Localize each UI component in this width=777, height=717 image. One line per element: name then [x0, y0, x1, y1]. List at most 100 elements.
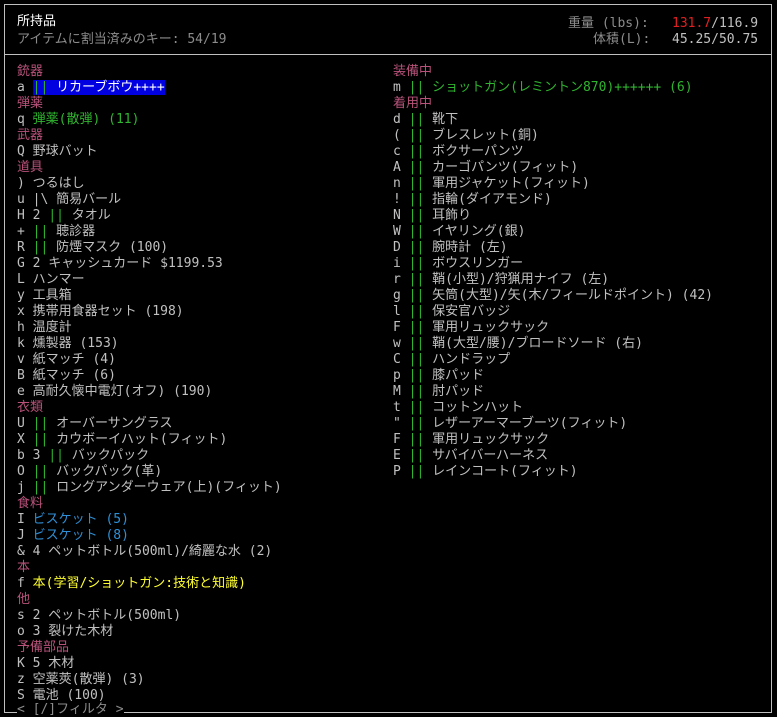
item-hotkey: K: [17, 656, 25, 671]
inventory-item[interactable]: k 燻製器 (153): [17, 336, 282, 352]
item-hotkey: z: [17, 672, 25, 687]
inventory-item[interactable]: v 紙マッチ (4): [17, 352, 282, 368]
item-hotkey: l: [393, 304, 401, 319]
inventory-item[interactable]: F || 軍用リュックサック: [393, 432, 713, 448]
inventory-item[interactable]: & 4 ペットボトル(500ml)/綺麗な水 (2): [17, 544, 282, 560]
inventory-item[interactable]: J ビスケット (8): [17, 528, 282, 544]
inventory-item[interactable]: X || カウボーイハット(フィット): [17, 432, 282, 448]
inventory-item[interactable]: r || 鞘(小型)/狩猟用ナイフ (左): [393, 272, 713, 288]
assigned-keys-info: アイテムに割当済みのキー: 54/19: [17, 32, 227, 47]
item-durability-marker: ||: [408, 320, 425, 335]
inventory-item[interactable]: a || リカーブボウ++++: [17, 80, 282, 96]
item-durability-marker: ||: [32, 240, 49, 255]
item-durability-marker: ||: [408, 128, 425, 143]
inventory-item[interactable]: F || 軍用リュックサック: [393, 320, 713, 336]
item-hotkey: g: [393, 288, 401, 303]
inventory-item[interactable]: Q 野球バット: [17, 144, 282, 160]
inventory-item[interactable]: K 5 木材: [17, 656, 282, 672]
item-hotkey: u: [17, 192, 25, 207]
item-name: 弾薬(散弾) (11): [32, 112, 140, 127]
inventory-item[interactable]: B 紙マッチ (6): [17, 368, 282, 384]
item-durability-marker: ||: [408, 432, 425, 447]
item-hotkey: w: [393, 336, 401, 351]
item-name: 2 ペットボトル(500ml): [32, 608, 182, 623]
inventory-item[interactable]: M || 肘パッド: [393, 384, 713, 400]
inventory-item[interactable]: P || レインコート(フィット): [393, 464, 713, 480]
inventory-item[interactable]: c || ボクサーパンツ: [393, 144, 713, 160]
item-hotkey: M: [393, 384, 401, 399]
inventory-item[interactable]: I ビスケット (5): [17, 512, 282, 528]
inventory-item[interactable]: " || レザーアーマーブーツ(フィット): [393, 416, 713, 432]
item-name: 温度計: [32, 320, 72, 335]
inventory-item[interactable]: h 温度計: [17, 320, 282, 336]
item-hotkey: c: [393, 144, 401, 159]
category-header: 食料: [17, 496, 44, 511]
item-durability-marker: ||: [408, 256, 425, 271]
item-hotkey: E: [393, 448, 401, 463]
inventory-item[interactable]: N || 耳飾り: [393, 208, 713, 224]
inventory-item[interactable]: m || ショットガン(レミントン870)++++++ (6): [393, 80, 713, 96]
item-hotkey: +: [17, 224, 25, 239]
filter-hint[interactable]: < [/]フィルタ >: [17, 703, 124, 717]
volume-value: 45.25/50.75: [672, 32, 759, 47]
inventory-item[interactable]: y 工具箱: [17, 288, 282, 304]
inventory-item[interactable]: z 空薬莢(散弾) (3): [17, 672, 282, 688]
inventory-item[interactable]: x 携帯用食器セット (198): [17, 304, 282, 320]
inventory-item[interactable]: g || 矢筒(大型)/矢(木/フィールドポイント) (42): [393, 288, 713, 304]
inventory-item[interactable]: ) つるはし: [17, 176, 282, 192]
inventory-item[interactable]: + || 聴診器: [17, 224, 282, 240]
item-name: ハンドラップ: [432, 352, 511, 367]
inventory-item[interactable]: f 本(学習/ショットガン:技術と知識): [17, 576, 282, 592]
inventory-item[interactable]: l || 保安官バッジ: [393, 304, 713, 320]
item-name: イヤリング(銀): [432, 224, 526, 239]
item-hotkey: H: [17, 208, 25, 223]
item-hotkey: h: [17, 320, 25, 335]
inventory-item[interactable]: b 3 || バックパック: [17, 448, 282, 464]
item-hotkey: !: [393, 192, 401, 207]
item-name: ボクサーパンツ: [432, 144, 524, 159]
inventory-item[interactable]: u |\ 簡易バール: [17, 192, 282, 208]
item-hotkey: b: [17, 448, 25, 463]
item-hotkey: C: [393, 352, 401, 367]
inventory-item[interactable]: D || 腕時計 (左): [393, 240, 713, 256]
inventory-item[interactable]: q 弾薬(散弾) (11): [17, 112, 282, 128]
inventory-item[interactable]: O || バックパック(革): [17, 464, 282, 480]
inventory-item[interactable]: H 2 || タオル: [17, 208, 282, 224]
item-hotkey: F: [393, 320, 401, 335]
inventory-item[interactable]: R || 防煙マスク (100): [17, 240, 282, 256]
inventory-item[interactable]: o 3 裂けた木材: [17, 624, 282, 640]
inventory-item[interactable]: C || ハンドラップ: [393, 352, 713, 368]
item-durability-marker: ||: [32, 224, 49, 239]
inventory-item[interactable]: L ハンマー: [17, 272, 282, 288]
inventory-item[interactable]: j || ロングアンダーウェア(上)(フィット): [17, 480, 282, 496]
inventory-item[interactable]: w || 鞘(大型/腰)/ブロードソード (右): [393, 336, 713, 352]
category-header: 着用中: [393, 96, 433, 111]
item-name: ハンマー: [32, 272, 85, 287]
inventory-item[interactable]: p || 膝パッド: [393, 368, 713, 384]
inventory-item[interactable]: W || イヤリング(銀): [393, 224, 713, 240]
item-hotkey: N: [393, 208, 401, 223]
category-header: 予備部品: [17, 640, 70, 655]
inventory-item[interactable]: e 高耐久懐中電灯(オフ) (190): [17, 384, 282, 400]
inventory-item[interactable]: ! || 指輪(ダイアモンド): [393, 192, 713, 208]
item-durability-marker: ||: [48, 208, 64, 223]
inventory-item[interactable]: A || カーゴパンツ(フィット): [393, 160, 713, 176]
inventory-item[interactable]: i || ボウスリンガー: [393, 256, 713, 272]
volume-label: 体積(L):: [593, 32, 651, 47]
category-header: 弾薬: [17, 96, 44, 111]
item-hotkey: (: [393, 128, 401, 143]
inventory-item[interactable]: d || 靴下: [393, 112, 713, 128]
inventory-item[interactable]: E || サバイバーハーネス: [393, 448, 713, 464]
inventory-item[interactable]: G 2 キャッシュカード $1199.53: [17, 256, 282, 272]
inventory-item[interactable]: t || コットンハット: [393, 400, 713, 416]
inventory-item[interactable]: n || 軍用ジャケット(フィット): [393, 176, 713, 192]
inventory-item[interactable]: s 2 ペットボトル(500ml): [17, 608, 282, 624]
inventory-list: 銃器 a || リカーブボウ++++ 弾薬 q 弾薬(散弾) (11) 武器 Q 野球バッ…: [17, 64, 282, 704]
inventory-title: 所持品: [17, 14, 57, 29]
item-name: 指輪(ダイアモンド): [432, 192, 552, 207]
inventory-item[interactable]: ( || ブレスレット(銅): [393, 128, 713, 144]
item-hotkey: B: [17, 368, 25, 383]
inventory-item[interactable]: U || オーバーサングラス: [17, 416, 282, 432]
category-header: 道具: [17, 160, 44, 175]
item-hotkey: O: [17, 464, 25, 479]
